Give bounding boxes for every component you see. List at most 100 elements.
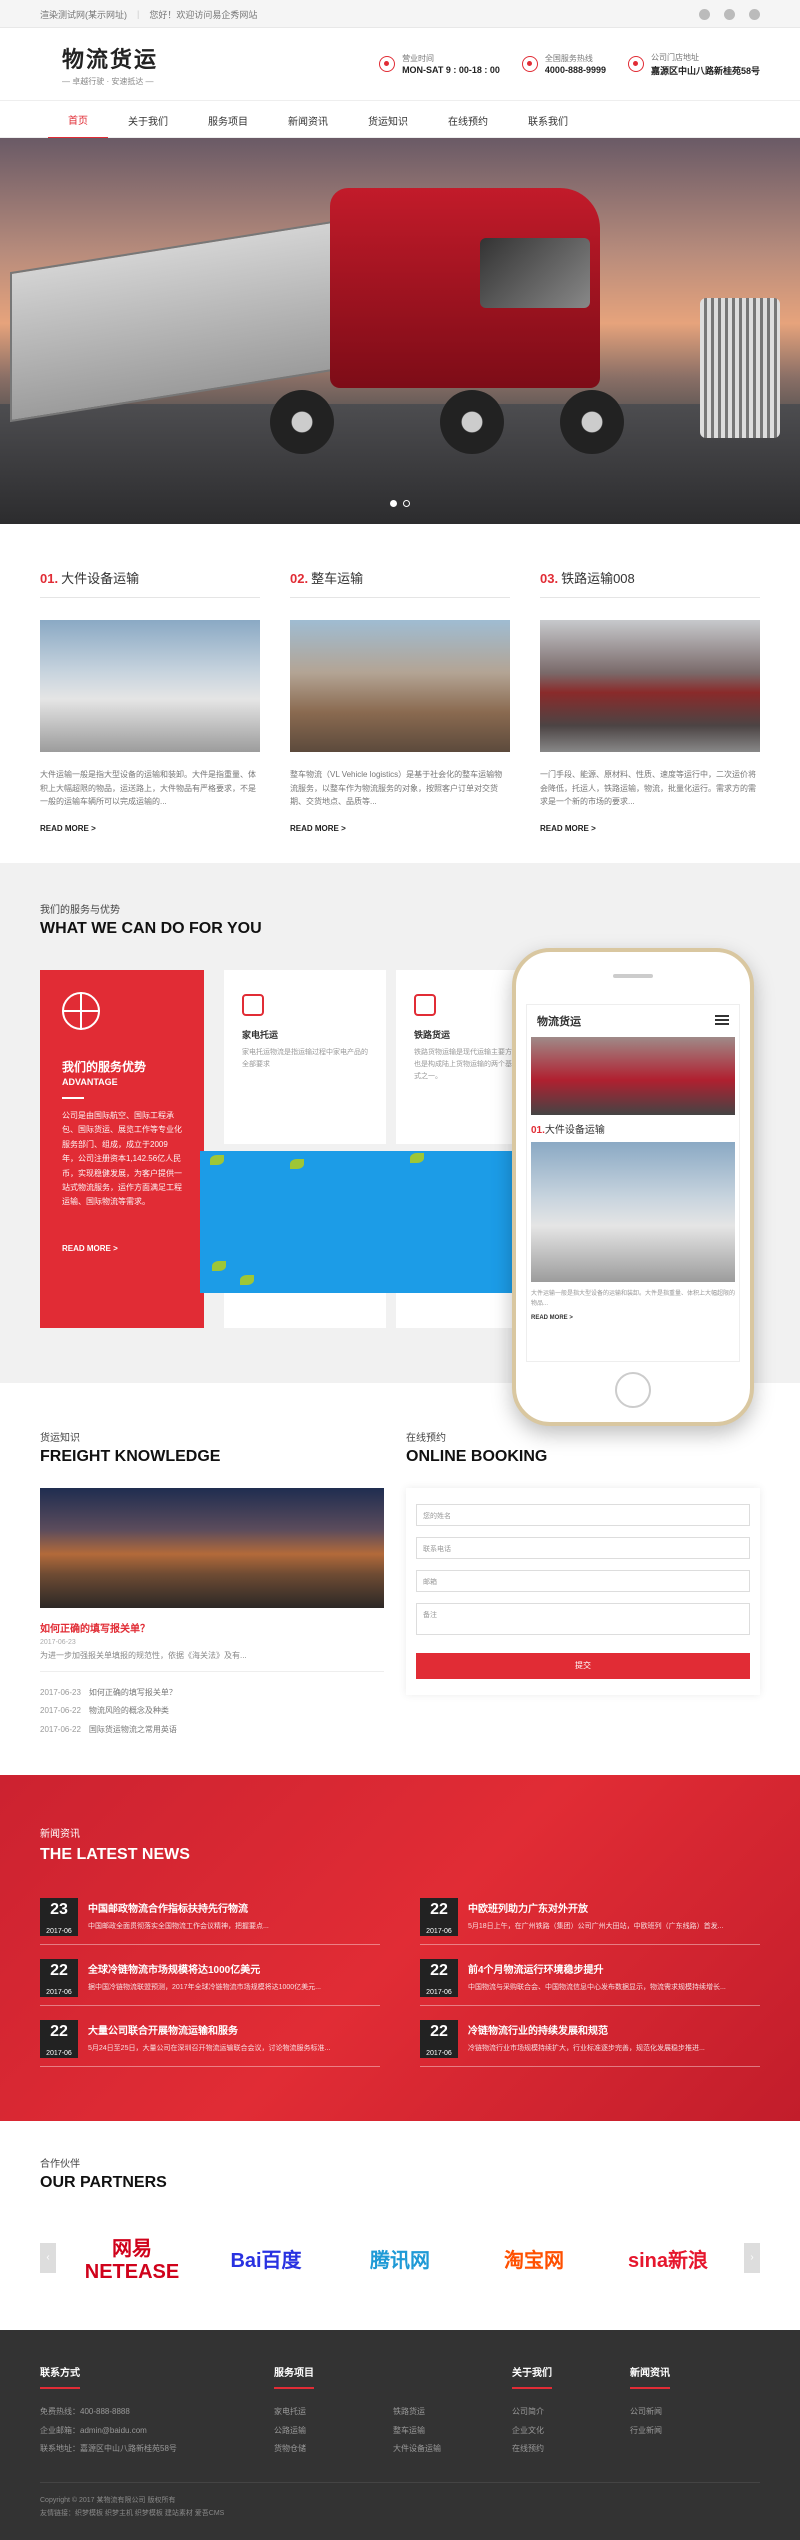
knowledge-booking-section: 货运知识 FREIGHT KNOWLEDGE 如何正确的填写报关单？ 2017-… bbox=[0, 1383, 800, 1775]
slider-dot[interactable] bbox=[403, 500, 410, 507]
section-title: WHAT WE CAN DO FOR YOU bbox=[40, 920, 262, 937]
online-booking: 在线预约 ONLINE BOOKING 您的姓名 联系电话 邮箱 备注 提交 bbox=[406, 1429, 760, 1739]
container-yard-image bbox=[290, 620, 510, 752]
phone-screen: 物流货运 01.大件设备运输 大件运输一般是指大型设备的运输和装卸。大件是指重量… bbox=[526, 1004, 740, 1362]
news-item[interactable]: 23 2017-06 中国邮政物流合作指标扶持先行物流 中国邮政全面贯彻落实全国物流工… bbox=[40, 1898, 380, 1946]
nav-news[interactable]: 新闻资讯 bbox=[268, 101, 348, 139]
what-we-do-section: 我们的服务与优势 WHAT WE CAN DO FOR YOU 我们的服务优势 … bbox=[0, 863, 800, 1426]
service-title: 整车运输 bbox=[311, 571, 364, 586]
train-image bbox=[540, 620, 760, 752]
phone-hero-image bbox=[531, 1037, 735, 1115]
hero-banner[interactable] bbox=[0, 138, 800, 524]
partner-logo-qq[interactable]: 腾讯网 bbox=[342, 2244, 458, 2273]
email-field[interactable]: 邮箱 bbox=[416, 1570, 750, 1592]
warehouse-image bbox=[40, 620, 260, 752]
list-item[interactable]: 2017-06-22 物流风险的概念及种类 bbox=[40, 1702, 384, 1720]
truck-grill bbox=[700, 298, 780, 438]
list-item[interactable]: 2017-06-23 如何正确的填写报关单？ bbox=[40, 1684, 384, 1702]
news-section: 新闻资讯 THE LATEST NEWS 23 2017-06 中国邮政物流合作指标… bbox=[0, 1775, 800, 2122]
service-card[interactable]: 01. 大件设备运输 大件运输一般是指大型设备的运输和装卸。大件是指重量、体积上大… bbox=[40, 568, 260, 833]
train-icon bbox=[414, 994, 436, 1016]
news-item[interactable]: 22 2017-06 大量公司联合开展物流运输和服务 5月24日至25日，大量公司在深… bbox=[40, 2020, 380, 2068]
advantage-text: 公司是由国际航空、国际工程承包、国际货运、展览工作等专业化服务部门、组成，成立于… bbox=[62, 1111, 182, 1207]
slider-dot[interactable] bbox=[390, 500, 397, 507]
partner-logo-netease[interactable]: 网易 NETEASE bbox=[74, 2232, 190, 2284]
truck-wheel bbox=[560, 390, 624, 454]
top-bar: 渲染测试网(某示网址) | 您好！欢迎访问易企秀网站 bbox=[0, 0, 800, 28]
read-more-link[interactable]: READ MORE > bbox=[290, 824, 510, 833]
service-title: 铁路运输008 bbox=[561, 571, 635, 586]
partner-logo-baidu[interactable]: Bai百度 bbox=[208, 2244, 324, 2273]
notes-field[interactable]: 备注 bbox=[416, 1603, 750, 1635]
partner-logo-sina[interactable]: sina新浪 bbox=[610, 2244, 726, 2273]
header: 物流货运 — 卓越行驶 · 安速抵达 — 营业时间 MON-SAT 9 : 00-… bbox=[0, 28, 800, 100]
footer-services: 服务项目 家电托运 铁路货运 公路运输 整车运输 货物仓储 大件设备运输 bbox=[274, 2364, 512, 2458]
service-card[interactable]: 03. 铁路运输008 一门手段、能源、原材料、性质、速度等运行中，二次运价将会降… bbox=[540, 568, 760, 833]
service-card[interactable]: 02. 整车运输 整车物流（VL Vehicle logistics）是基于社会化… bbox=[290, 568, 510, 833]
nav-home[interactable]: 首页 bbox=[48, 101, 108, 139]
partner-logo-taobao[interactable]: 淘宝网 bbox=[476, 2244, 592, 2273]
welcome-text: 您好！欢迎访问易企秀网站 bbox=[149, 9, 258, 20]
footer: 联系方式 免费热线：400-888-8888 企业邮箱：admin@baidu.… bbox=[0, 2330, 800, 2540]
phone-field[interactable]: 联系电话 bbox=[416, 1537, 750, 1559]
submit-button[interactable]: 提交 bbox=[416, 1653, 750, 1679]
leaf-decoration bbox=[212, 1261, 226, 1271]
logo[interactable]: 物流货运 — 卓越行驶 · 安速抵达 — bbox=[40, 42, 200, 87]
site-domain: 渲染测试网(某示网址) bbox=[40, 9, 127, 20]
service-title: 大件设备运输 bbox=[61, 571, 140, 586]
nav-services[interactable]: 服务项目 bbox=[188, 101, 268, 139]
home-button-icon bbox=[615, 1372, 651, 1408]
service-text: 整车物流（VL Vehicle logistics）是基于社会化的整车运输物流服… bbox=[290, 770, 503, 807]
business-hours: 营业时间 MON-SAT 9 : 00-18 : 00 bbox=[379, 52, 500, 77]
read-more-link[interactable]: READ MORE > bbox=[62, 1244, 182, 1253]
hotline-number: 4000-888-9999 bbox=[544, 65, 606, 75]
globe-icon bbox=[62, 992, 100, 1030]
next-arrow-icon[interactable]: › bbox=[744, 2243, 760, 2274]
nav-contact[interactable]: 联系我们 bbox=[508, 101, 588, 139]
section-subtitle: 我们的服务与优势 bbox=[40, 905, 120, 916]
qq-icon[interactable] bbox=[724, 8, 735, 20]
leaf-decoration bbox=[290, 1159, 304, 1169]
knowledge-headline[interactable]: 如何正确的填写报关单？ bbox=[40, 1620, 384, 1635]
nav-knowledge[interactable]: 货运知识 bbox=[348, 101, 428, 139]
news-item[interactable]: 22 2017-06 全球冷链物流市场规模将达1000亿美元 据中国冷链物流联盟预测，… bbox=[40, 1959, 380, 2007]
list-item[interactable]: 2017-06-22 国际货运物流之常用英语 bbox=[40, 1721, 384, 1739]
logo-name: 物流货运 bbox=[62, 46, 159, 73]
booking-form: 您的姓名 联系电话 邮箱 备注 提交 bbox=[406, 1488, 760, 1695]
leaf-decoration bbox=[240, 1275, 254, 1285]
phone-logo: 物流货运 bbox=[537, 1015, 581, 1028]
service-text: 大件运输一般是指大型设备的运输和装卸。大件是指重量、体积上大幅超限的物品，运送路… bbox=[40, 770, 256, 807]
rail-yard-image[interactable] bbox=[40, 1488, 384, 1608]
knowledge-list: 2017-06-23 如何正确的填写报关单？ 2017-06-22 物流风险的概念及… bbox=[40, 1684, 384, 1739]
leaf-decoration bbox=[410, 1153, 424, 1163]
phone-mockup: 物流货运 01.大件设备运输 大件运输一般是指大型设备的运输和装卸。大件是指重量… bbox=[512, 948, 754, 1426]
news-item[interactable]: 22 2017-06 中欧班列助力广东对外开放 5月18日上午，在广州铁路（集团）公司… bbox=[420, 1898, 760, 1946]
menu-icon bbox=[715, 1015, 729, 1025]
location-icon bbox=[627, 56, 644, 72]
friend-links[interactable]: 友情链接：织梦模板 织梦主机 织梦模板 建站素材 爱吾CMS bbox=[40, 2508, 760, 2521]
wechat-icon[interactable] bbox=[699, 8, 710, 20]
logo-tagline: — 卓越行驶 · 安速抵达 — bbox=[62, 76, 154, 86]
name-field[interactable]: 您的姓名 bbox=[416, 1504, 750, 1526]
footer-news: 新闻资讯 公司新闻 行业新闻 bbox=[630, 2364, 670, 2458]
nav-about[interactable]: 关于我们 bbox=[108, 101, 188, 139]
prev-arrow-icon[interactable]: ‹ bbox=[40, 2243, 56, 2274]
copyright: Copyright © 2017 某物流有限公司 版权所有 友情链接：织梦模板 … bbox=[40, 2482, 760, 2520]
advantage-title: 我们的服务优势 bbox=[62, 1060, 147, 1074]
news-item[interactable]: 22 2017-06 冷链物流行业的持续发展和规范 冷链物流行业市场规模持续扩大，行业… bbox=[420, 2020, 760, 2068]
phone-warehouse-image bbox=[531, 1142, 735, 1282]
social-links bbox=[699, 8, 760, 20]
news-item[interactable]: 22 2017-06 前4个月物流运行环境稳步提升 中国物流与采购联合会、中国物流信息… bbox=[420, 1959, 760, 2007]
read-more-link[interactable]: READ MORE > bbox=[40, 824, 260, 833]
read-more-link[interactable]: READ MORE > bbox=[540, 824, 760, 833]
clock-icon bbox=[379, 56, 396, 72]
phone-icon bbox=[521, 56, 538, 72]
header-info: 营业时间 MON-SAT 9 : 00-18 : 00 全国服务热线 4000-88… bbox=[379, 52, 760, 77]
weibo-icon[interactable] bbox=[749, 8, 760, 20]
service-tile[interactable]: 家电托运 家电托运物流是指运输过程中家电产品的全部要求 bbox=[224, 970, 386, 1144]
footer-about: 关于我们 公司简介 企业文化 在线预约 bbox=[512, 2364, 630, 2458]
nav-booking[interactable]: 在线预约 bbox=[428, 101, 508, 139]
address-value: 嘉源区中山八路新桂苑58号 bbox=[650, 65, 760, 76]
leaf-decoration bbox=[210, 1155, 224, 1165]
slider-dots bbox=[0, 496, 800, 510]
